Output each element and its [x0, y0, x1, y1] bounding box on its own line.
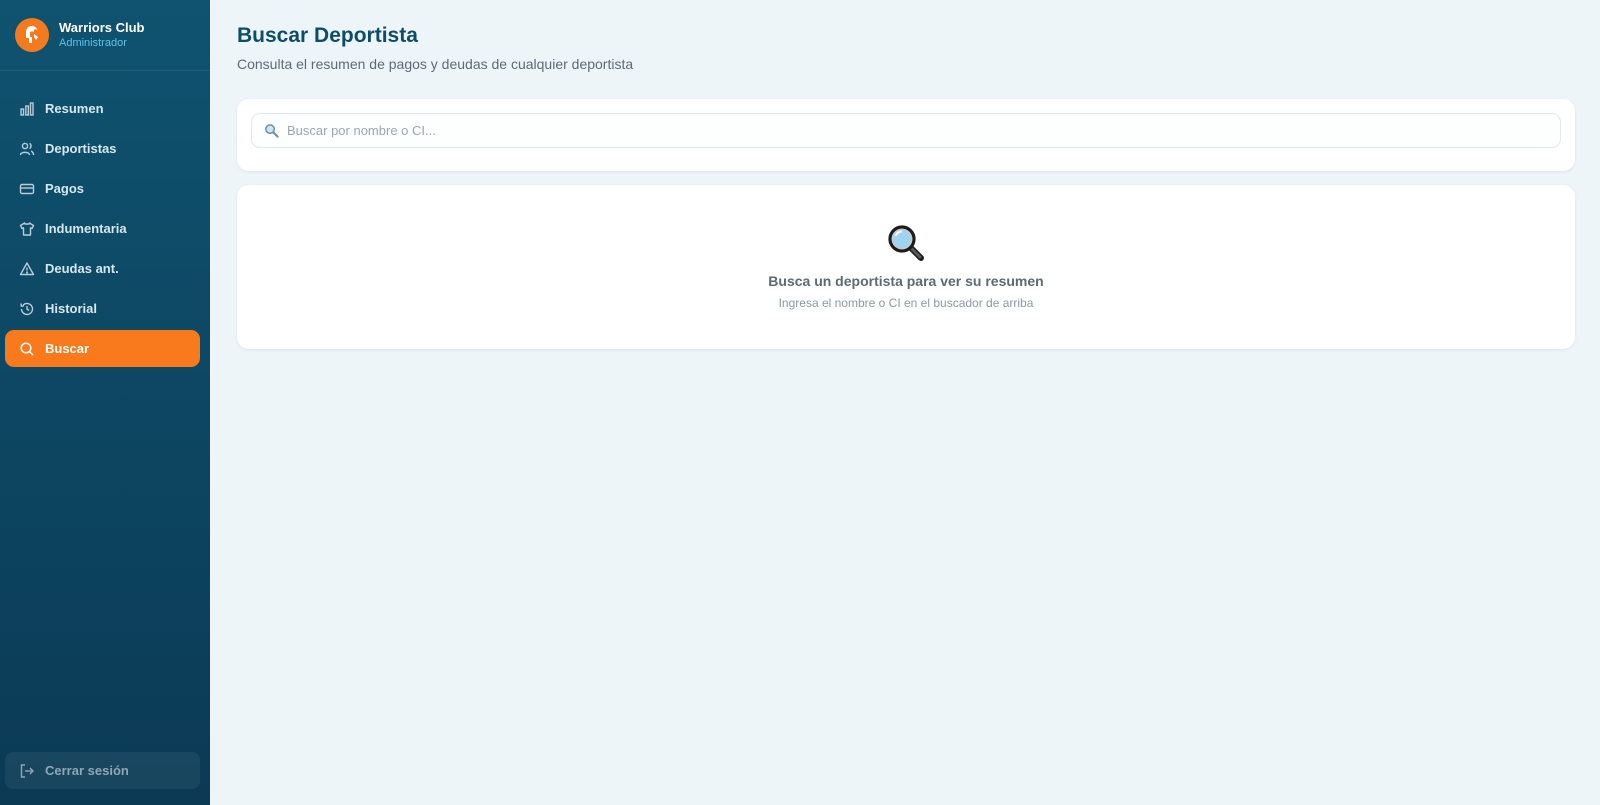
app-name: Warriors Club — [59, 19, 145, 35]
search-box[interactable] — [251, 113, 1561, 148]
magnifying-glass-icon — [888, 225, 924, 261]
bar-chart-icon — [20, 101, 34, 116]
brand-header: Warriors Club Administrador — [0, 0, 210, 71]
logout-icon — [20, 763, 34, 778]
sidebar-item-label: Deudas ant. — [45, 261, 119, 276]
empty-state-card: Busca un deportista para ver su resumen … — [237, 185, 1575, 349]
sidebar-item-label: Buscar — [45, 341, 90, 356]
spartan-helmet-icon — [26, 26, 38, 43]
sidebar: Warriors Club Administrador Resumen Depo… — [0, 0, 210, 805]
search-input[interactable] — [287, 123, 1487, 138]
history-icon — [20, 302, 34, 315]
sidebar-item-resumen[interactable]: Resumen — [5, 90, 200, 127]
sidebar-item-indumentaria[interactable]: Indumentaria — [5, 210, 200, 247]
sidebar-item-buscar[interactable]: Buscar — [5, 330, 200, 367]
shirt-icon — [19, 221, 35, 236]
main-content: Buscar Deportista Consulta el resumen de… — [237, 0, 1575, 349]
sidebar-item-historial[interactable]: Historial — [5, 290, 200, 327]
sidebar-item-deportistas[interactable]: Deportistas — [5, 130, 200, 167]
empty-state-title: Busca un deportista para ver su resumen — [768, 273, 1044, 289]
credit-card-icon — [19, 183, 35, 194]
sidebar-item-deudas[interactable]: Deudas ant. — [5, 250, 200, 287]
page-subtitle: Consulta el resumen de pagos y deudas de… — [237, 56, 634, 72]
empty-state-subtitle: Ingresa el nombre o CI en el buscador de… — [778, 296, 1034, 310]
sidebar-item-pagos[interactable]: Pagos — [5, 170, 200, 207]
sidebar-nav: Resumen Deportistas Pagos Indumentaria D… — [0, 71, 210, 370]
page-title: Buscar Deportista — [237, 24, 418, 47]
search-card — [237, 99, 1575, 171]
logout-label: Cerrar sesión — [45, 763, 129, 778]
search-icon — [20, 341, 34, 356]
search-icon — [265, 124, 279, 138]
sidebar-item-label: Pagos — [45, 181, 85, 196]
user-role: Administrador — [59, 37, 127, 50]
logout-button[interactable]: Cerrar sesión — [5, 752, 200, 789]
warning-icon — [19, 261, 35, 275]
sidebar-item-label: Resumen — [45, 101, 104, 116]
club-logo — [15, 18, 49, 52]
users-icon — [19, 142, 35, 155]
sidebar-item-label: Indumentaria — [45, 221, 127, 236]
sidebar-item-label: Deportistas — [45, 141, 117, 156]
sidebar-item-label: Historial — [45, 301, 98, 316]
